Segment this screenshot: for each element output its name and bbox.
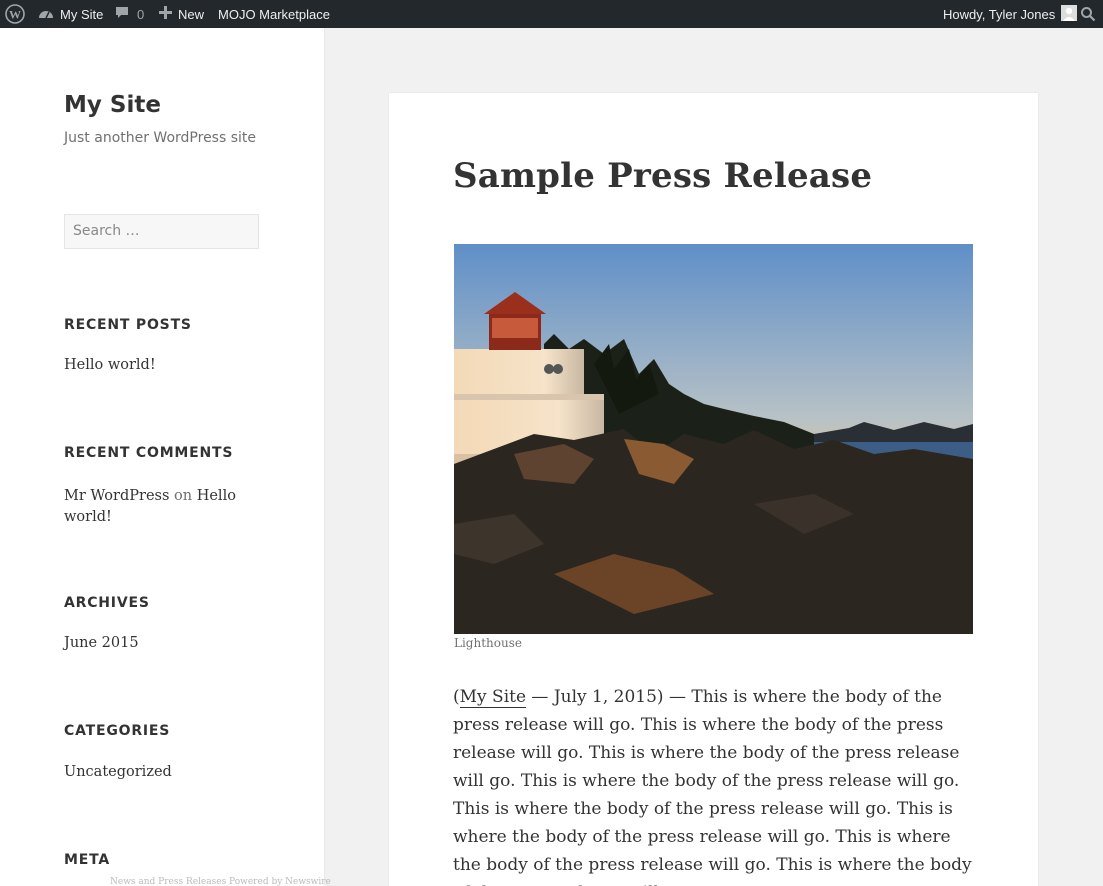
categories-heading: CATEGORIES xyxy=(64,723,171,739)
svg-text:W: W xyxy=(9,8,21,22)
search-input[interactable]: Search … xyxy=(64,214,259,249)
post-body: (My Site — July 1, 2015) — This is where… xyxy=(453,683,983,886)
comment-author-link[interactable]: Mr WordPress xyxy=(64,488,169,504)
admin-bar: W My Site 0 New MOJO Marketplace Howdy, … xyxy=(0,0,1103,28)
footer-note[interactable]: News and Press Releases Powered by Newsw… xyxy=(110,877,331,886)
search-icon[interactable] xyxy=(1080,0,1096,28)
post-title: Sample Press Release xyxy=(453,156,873,196)
image-caption: Lighthouse xyxy=(454,636,522,650)
marketplace-label: MOJO Marketplace xyxy=(218,6,330,22)
meta-heading: META xyxy=(64,852,110,868)
comments-count: 0 xyxy=(137,6,145,22)
body-text: — July 1, 2015) — This is where the body… xyxy=(453,687,972,886)
lighthouse-image xyxy=(454,244,973,634)
recent-comment-item: Mr WordPress on Hello world! xyxy=(64,486,236,528)
site-name-menu[interactable]: My Site xyxy=(38,0,103,28)
dashboard-icon xyxy=(38,6,54,23)
site-link[interactable]: My Site xyxy=(459,687,527,708)
comments-menu[interactable]: 0 xyxy=(115,0,144,28)
comment-post-link-cont[interactable]: world! xyxy=(64,509,112,525)
mojo-marketplace-menu[interactable]: MOJO Marketplace xyxy=(218,0,330,28)
new-content-menu[interactable]: New xyxy=(159,0,204,28)
body-open-paren: ( xyxy=(453,687,460,707)
recent-comments-heading: RECENT COMMENTS xyxy=(64,445,234,461)
recent-posts-heading: RECENT POSTS xyxy=(64,317,192,333)
howdy-label: Howdy, Tyler Jones xyxy=(943,6,1056,22)
archives-heading: ARCHIVES xyxy=(64,595,150,611)
category-link[interactable]: Uncategorized xyxy=(64,764,172,780)
avatar xyxy=(1061,4,1078,24)
wordpress-logo-icon[interactable]: W xyxy=(5,0,25,28)
site-name-label: My Site xyxy=(60,6,104,22)
recent-post-link[interactable]: Hello world! xyxy=(64,357,156,373)
site-description: Just another WordPress site xyxy=(64,130,257,146)
comment-post-link[interactable]: Hello xyxy=(197,488,236,504)
comment-bubble-icon xyxy=(115,6,129,23)
account-menu[interactable]: Howdy, Tyler Jones xyxy=(943,0,1078,28)
comment-on-text: on xyxy=(174,488,193,504)
archive-link[interactable]: June 2015 xyxy=(64,635,139,651)
site-title[interactable]: My Site xyxy=(64,92,161,118)
new-label: New xyxy=(178,6,205,22)
plus-icon xyxy=(159,6,172,22)
